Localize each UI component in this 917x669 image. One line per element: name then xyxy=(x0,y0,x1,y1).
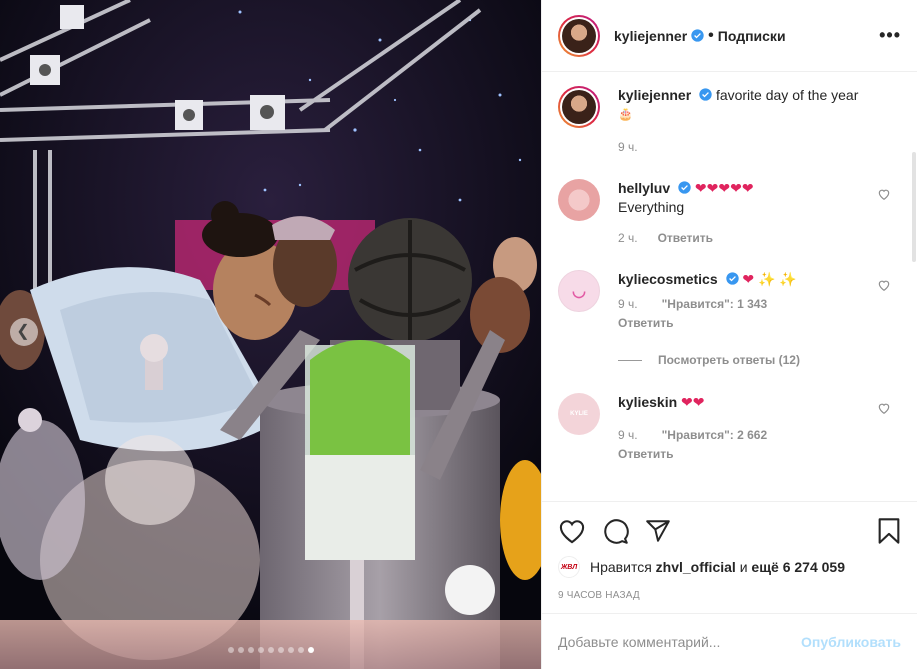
reply-button[interactable]: Ответить xyxy=(658,229,713,248)
avatar-image xyxy=(562,18,596,53)
comments-list[interactable]: kyliejenner favorite day of the year 🎂 9… xyxy=(542,72,917,501)
lips-icon: ◡ xyxy=(572,283,586,300)
comment-like-icon[interactable] xyxy=(877,187,891,201)
carousel-dot xyxy=(307,647,314,653)
verified-icon xyxy=(725,272,739,285)
comment-icon[interactable] xyxy=(602,518,629,545)
carousel-dot xyxy=(237,647,244,653)
reply-button[interactable]: Ответить xyxy=(618,445,673,464)
party-photo-image xyxy=(0,0,541,669)
carousel-dot xyxy=(247,647,254,653)
instagram-post: ❮ kyliejenner • Подписки ••• kyliejenner… xyxy=(0,0,917,669)
caption-text: favorite day of the year xyxy=(715,87,859,103)
publish-button[interactable]: Опубликовать xyxy=(801,634,901,650)
prev-arrow-icon: ❮ xyxy=(16,323,30,340)
carousel-dot xyxy=(267,647,274,653)
comments-scrollbar[interactable] xyxy=(912,152,916,262)
carousel-dot xyxy=(257,647,264,653)
comment-emojis: ❤❤ xyxy=(681,394,705,410)
comment-emojis: ❤ ✨ ✨ xyxy=(742,271,797,287)
profile-avatar[interactable] xyxy=(558,14,600,57)
post-timestamp[interactable]: 9 ЧАСОВ НАЗАД xyxy=(558,590,901,613)
post-actions: ЖВЛ Нравится zhvl_official и ещё 6 274 0… xyxy=(542,501,917,613)
comment-time[interactable]: 9 ч. xyxy=(618,426,638,445)
carousel-prev-button[interactable]: ❮ xyxy=(10,318,38,346)
comment-username[interactable]: hellyluv xyxy=(618,180,670,196)
comment-item: ◡ kyliecosmetics ❤ ✨ ✨ 9 ч. "Нравится": … xyxy=(558,270,901,333)
comment-avatar[interactable]: ◡ xyxy=(558,270,600,312)
comment-emojis: ❤❤❤❤❤ xyxy=(694,180,754,196)
comment-avatar[interactable] xyxy=(558,179,600,221)
caption-emoji: 🎂 xyxy=(618,107,633,121)
carousel-dot xyxy=(287,647,294,653)
more-options-button[interactable]: ••• xyxy=(879,25,901,46)
comment-username[interactable]: kylieskin xyxy=(618,394,677,410)
divider-line xyxy=(618,359,642,361)
following-button[interactable]: Подписки xyxy=(718,28,786,44)
comment-input[interactable] xyxy=(558,633,802,650)
comment-username[interactable]: kyliecosmetics xyxy=(618,271,718,287)
comment-like-icon[interactable] xyxy=(877,278,891,292)
post-sidebar: kyliejenner • Подписки ••• kyliejenner f… xyxy=(541,0,917,669)
caption: kyliejenner favorite day of the year 🎂 9… xyxy=(558,86,901,157)
kylieskin-logo: KYLIE xyxy=(570,411,588,417)
view-replies-label: Посмотреть ответы (12) xyxy=(658,353,800,367)
post-photo[interactable]: ❮ xyxy=(0,0,541,669)
comment-avatar[interactable]: KYLIE xyxy=(558,393,600,435)
caption-time[interactable]: 9 ч. xyxy=(618,138,638,157)
verified-icon xyxy=(691,29,704,42)
comment-item: hellyluv ❤❤❤❤❤ Everything 2 ч. Ответить xyxy=(558,179,901,248)
comment-like-icon[interactable] xyxy=(877,401,891,415)
carousel-dots xyxy=(0,647,541,653)
like-icon[interactable] xyxy=(558,518,586,544)
likes-count-button[interactable]: ещё 6 274 059 xyxy=(751,559,845,575)
add-comment-bar: Опубликовать xyxy=(542,613,917,669)
view-replies-button[interactable]: Посмотреть ответы (12) xyxy=(618,353,901,367)
reply-button[interactable]: Ответить xyxy=(618,314,673,333)
likes-prefix: Нравится xyxy=(590,559,652,575)
carousel-dot xyxy=(297,647,304,653)
comment-text: Everything xyxy=(618,199,685,215)
carousel-dot xyxy=(227,647,234,653)
verified-icon xyxy=(678,181,691,194)
verified-icon xyxy=(699,88,712,101)
comment-time[interactable]: 2 ч. xyxy=(618,229,638,248)
comment-likes[interactable]: "Нравится": 2 662 xyxy=(662,426,768,445)
header-username[interactable]: kyliejenner xyxy=(614,28,687,44)
comment-likes[interactable]: "Нравится": 1 343 xyxy=(662,295,768,314)
liker-avatar[interactable]: ЖВЛ xyxy=(558,556,580,578)
caption-username[interactable]: kyliejenner xyxy=(618,87,691,103)
bookmark-icon[interactable] xyxy=(877,517,901,545)
caption-avatar[interactable] xyxy=(558,86,600,128)
share-icon[interactable] xyxy=(645,518,671,544)
avatar-image xyxy=(562,90,596,124)
comment-time[interactable]: 9 ч. xyxy=(618,295,638,314)
header-separator: • xyxy=(708,26,714,44)
comment-item: KYLIE kylieskin ❤❤ 9 ч. "Нравится": 2 66… xyxy=(558,393,901,464)
carousel-dot xyxy=(277,647,284,653)
likes-connector: и xyxy=(739,559,748,575)
liker-username[interactable]: zhvl_official xyxy=(656,559,736,575)
liked-by: ЖВЛ Нравится zhvl_official и ещё 6 274 0… xyxy=(558,556,901,578)
post-header: kyliejenner • Подписки ••• xyxy=(542,0,917,72)
